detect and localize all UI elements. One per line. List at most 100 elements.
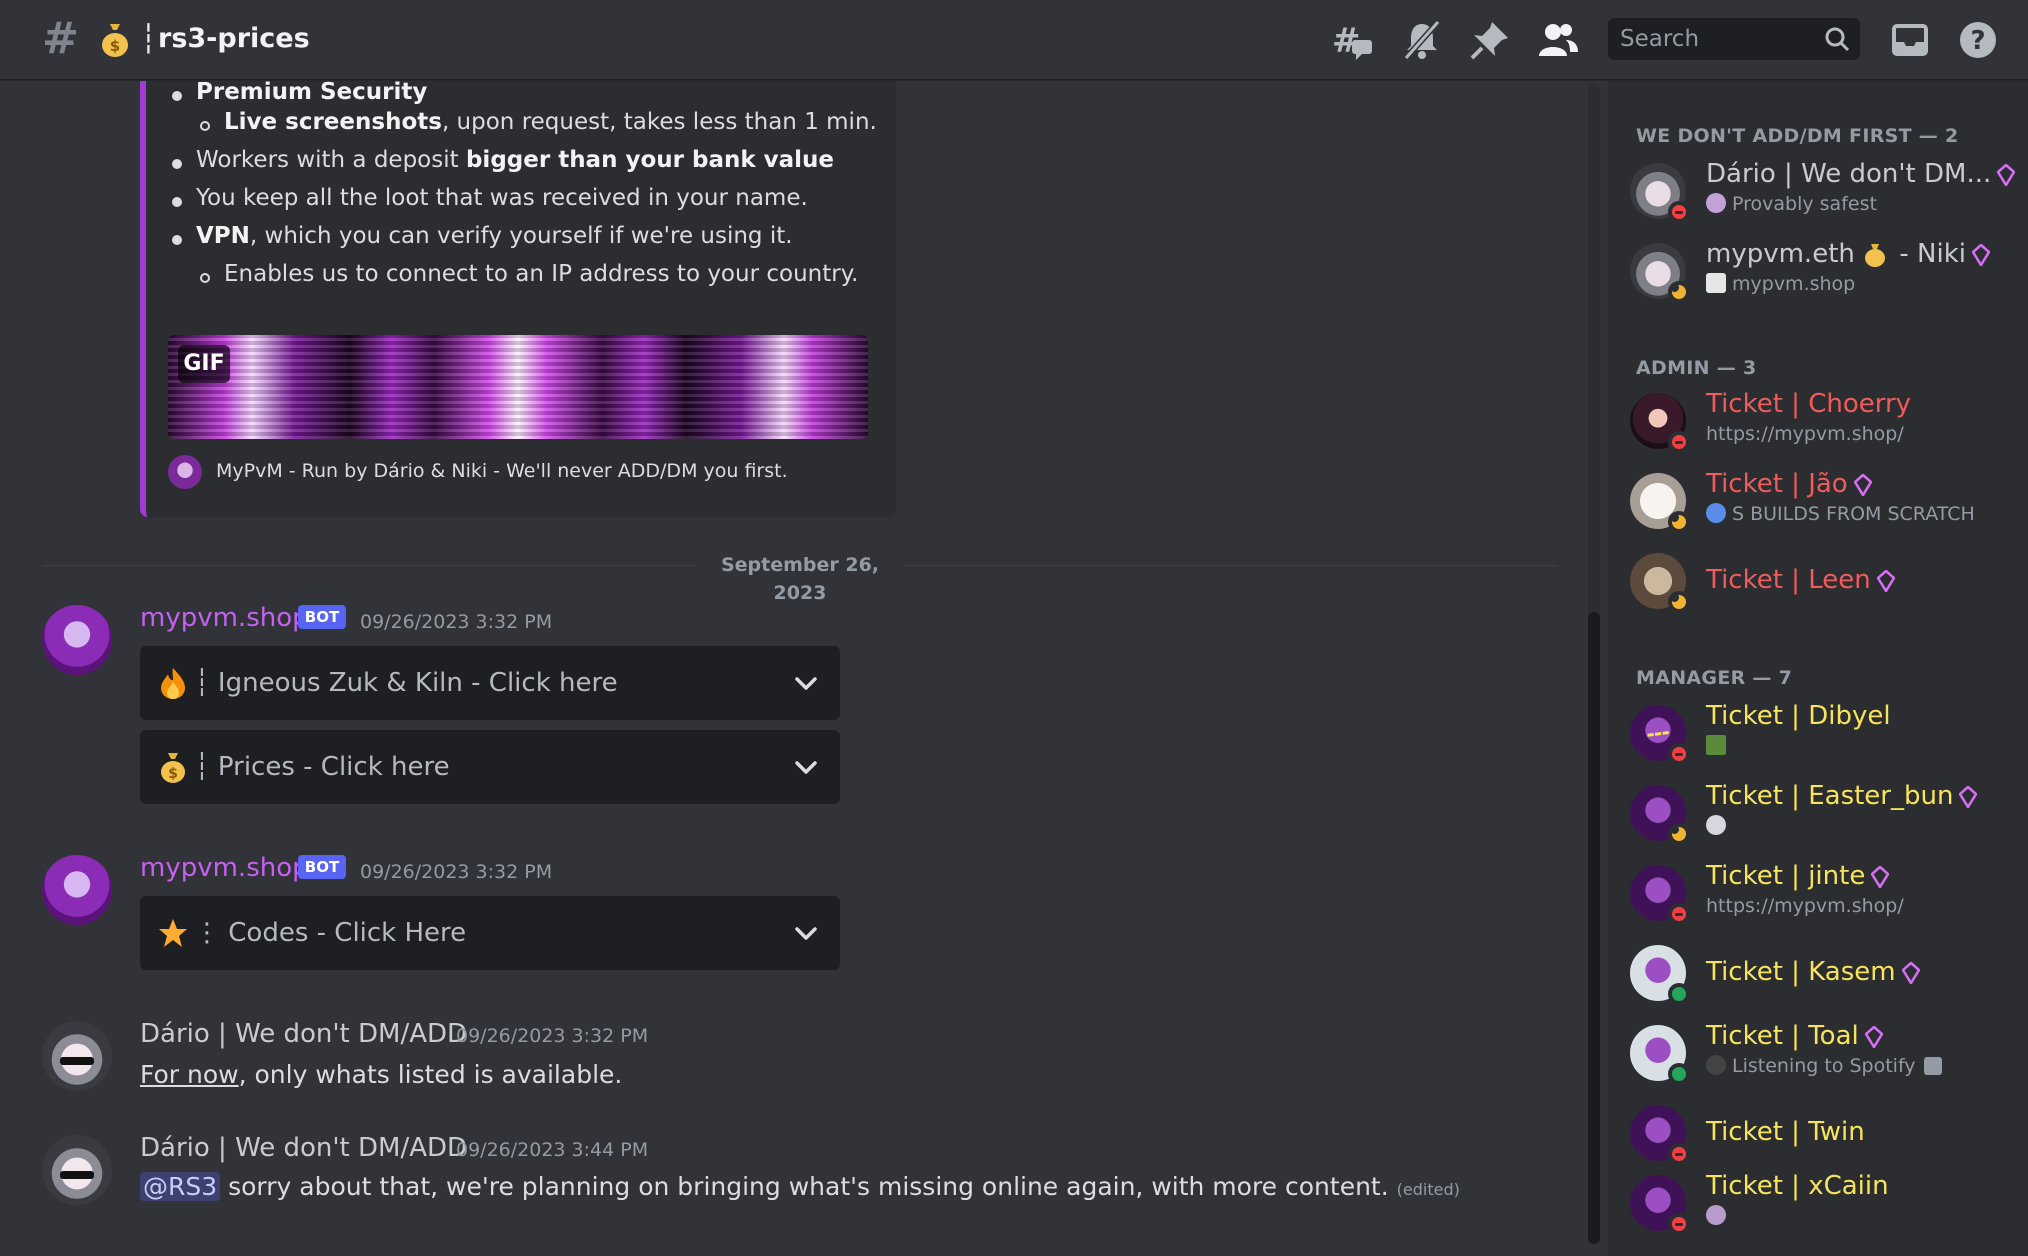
select-menu[interactable]: ┆ Igneous Zuk & Kiln - Click here	[140, 646, 840, 720]
member-item[interactable]: Ticket | Jão S BUILDS FROM SCRATCH	[1630, 467, 2020, 537]
bot-avatar[interactable]	[42, 605, 112, 675]
member-name: Ticket | Leen	[1706, 563, 1895, 597]
member-item[interactable]: Ticket | Toal Listening to Spotify	[1630, 1019, 2020, 1089]
select-menu[interactable]: ⋮ Codes - Click Here	[140, 896, 840, 970]
member-activity: Listening to Spotify	[1706, 1053, 1942, 1079]
member-name: Dário | We don't DM...	[1706, 157, 2016, 191]
custom-status-icon	[1706, 735, 1726, 755]
dnd-status-icon	[1668, 903, 1690, 925]
embed-line-4: You keep all the loot that was received …	[196, 185, 808, 211]
avatar-art: ▬▬▬	[1646, 727, 1670, 740]
embed-line-5: VPN, which you can verify yourself if we…	[196, 223, 793, 249]
message-area: Premium Security Live screenshots, upon …	[0, 81, 1580, 1256]
nitro-gem-icon	[1997, 163, 2016, 186]
custom-status-icon	[1706, 193, 1726, 213]
rich-presence-icon[interactable]	[1923, 1057, 1942, 1075]
search-icon	[1825, 27, 1850, 52]
message-link[interactable]: For now	[140, 1060, 239, 1089]
dnd-status-icon	[1668, 201, 1690, 223]
select-menu[interactable]: $ ┆ Prices - Click here	[140, 730, 840, 804]
nitro-gem-icon	[1876, 569, 1895, 592]
author-name[interactable]: mypvm.shop	[140, 601, 309, 635]
member-item[interactable]: ▬▬▬ Ticket | Dibyel	[1630, 699, 2020, 769]
idle-status-icon	[1668, 823, 1690, 845]
member-activity: S BUILDS FROM SCRATCH	[1706, 501, 1975, 527]
online-status-icon	[1668, 1063, 1690, 1085]
message-timestamp: 09/26/2023 3:32 PM	[360, 861, 553, 883]
member-name: Ticket | xCaiin	[1706, 1171, 1889, 1201]
dnd-status-icon	[1668, 743, 1690, 765]
member-item[interactable]: Ticket | jinte https://mypvm.shop/	[1630, 859, 2020, 929]
channel-separator: ┆	[140, 22, 157, 55]
bot-badge: BOT	[298, 855, 346, 879]
select-label: ┆ Igneous Zuk & Kiln - Click here	[194, 668, 618, 698]
sunglasses	[60, 1057, 94, 1065]
user-avatar[interactable]	[42, 1021, 112, 1091]
member-name: Ticket | Twin	[1706, 1117, 1865, 1147]
member-item[interactable]: Ticket | Kasem	[1630, 939, 2020, 1009]
member-list-icon[interactable]	[1536, 18, 1580, 62]
threads-icon[interactable]: #	[1330, 18, 1374, 62]
author-name[interactable]: Dário | We don't DM/ADD	[140, 1131, 467, 1165]
nitro-gem-icon	[1864, 1025, 1883, 1048]
user-avatar[interactable]	[42, 1135, 112, 1205]
member-item[interactable]: Ticket | xCaiin	[1630, 1169, 2020, 1239]
message-content: @RS3 sorry about that, we're planning on…	[140, 1169, 1460, 1208]
member-name: Ticket | Toal	[1706, 1019, 1883, 1053]
embed-gif-image[interactable]: GIF	[168, 335, 868, 439]
bullet	[172, 159, 182, 169]
nitro-gem-icon	[1959, 785, 1978, 808]
pin-icon[interactable]	[1468, 18, 1512, 62]
member-activity: https://mypvm.shop/	[1706, 423, 1904, 445]
member-item[interactable]: Ticket | Easter_bun	[1630, 779, 2020, 849]
member-activity	[1706, 813, 1732, 839]
custom-status-icon	[1706, 1205, 1726, 1225]
member-item[interactable]: Ticket | Leen	[1630, 547, 2020, 617]
bullet	[172, 91, 182, 101]
role-mention[interactable]: @RS3	[140, 1172, 221, 1201]
member-activity: mypvm.shop	[1706, 271, 1855, 297]
help-icon[interactable]: ?	[1956, 18, 2000, 62]
member-item[interactable]: mypvm.eth - Niki mypvm.shop	[1630, 237, 2020, 307]
member-name: Ticket | Easter_bun	[1706, 779, 1978, 813]
member-activity	[1706, 733, 1732, 759]
message-timestamp: 09/26/2023 3:44 PM	[456, 1139, 649, 1161]
edited-label: (edited)	[1396, 1180, 1460, 1199]
bullet	[200, 273, 210, 283]
nitro-gem-icon	[1871, 865, 1890, 888]
mute-bell-icon[interactable]	[1400, 18, 1444, 62]
member-name: Ticket | Jão	[1706, 467, 1872, 501]
bullet	[200, 121, 210, 131]
online-status-icon	[1668, 983, 1690, 1005]
channel-header: # $ ┆ rs3-prices # Search ?	[0, 0, 2028, 80]
author-name[interactable]: mypvm.shop	[140, 851, 309, 885]
star-icon	[159, 919, 187, 947]
message-timestamp: 09/26/2023 3:32 PM	[456, 1025, 649, 1047]
member-item[interactable]: Ticket | Twin	[1630, 1099, 2020, 1169]
embed-footer-avatar	[168, 455, 202, 489]
inbox-icon[interactable]	[1888, 18, 1932, 62]
embed-line-6: Enables us to connect to an IP address t…	[224, 261, 859, 287]
gif-badge: GIF	[178, 345, 230, 383]
money-bag-icon: $	[161, 753, 185, 783]
member-item[interactable]: Ticket | Choerry https://mypvm.shop/	[1630, 387, 2020, 457]
message-timestamp: 09/26/2023 3:32 PM	[360, 611, 553, 633]
scrollbar-thumb[interactable]	[1588, 612, 1600, 1244]
member-name: Ticket | Dibyel	[1706, 701, 1891, 731]
member-item[interactable]: Dário | We don't DM... Provably safest	[1630, 157, 2020, 227]
bot-avatar[interactable]	[42, 855, 112, 925]
search-bar[interactable]: Search	[1608, 18, 1860, 60]
llama-icon	[1706, 273, 1726, 293]
globe-icon	[1706, 503, 1726, 523]
author-name[interactable]: Dário | We don't DM/ADD	[140, 1017, 467, 1051]
svg-text:?: ?	[1970, 26, 1985, 56]
member-activity	[1706, 1203, 1732, 1229]
embed-line-2: Live screenshots, upon request, takes le…	[224, 109, 877, 135]
bot-badge: BOT	[298, 605, 346, 629]
bunny-icon	[1706, 815, 1726, 835]
date-divider: September 26, 2023	[696, 551, 904, 604]
member-group-title: ADMIN — 3	[1636, 357, 1757, 379]
idle-status-icon	[1668, 591, 1690, 613]
sunglasses	[60, 1171, 94, 1179]
member-name: Ticket | Kasem	[1706, 955, 1920, 989]
